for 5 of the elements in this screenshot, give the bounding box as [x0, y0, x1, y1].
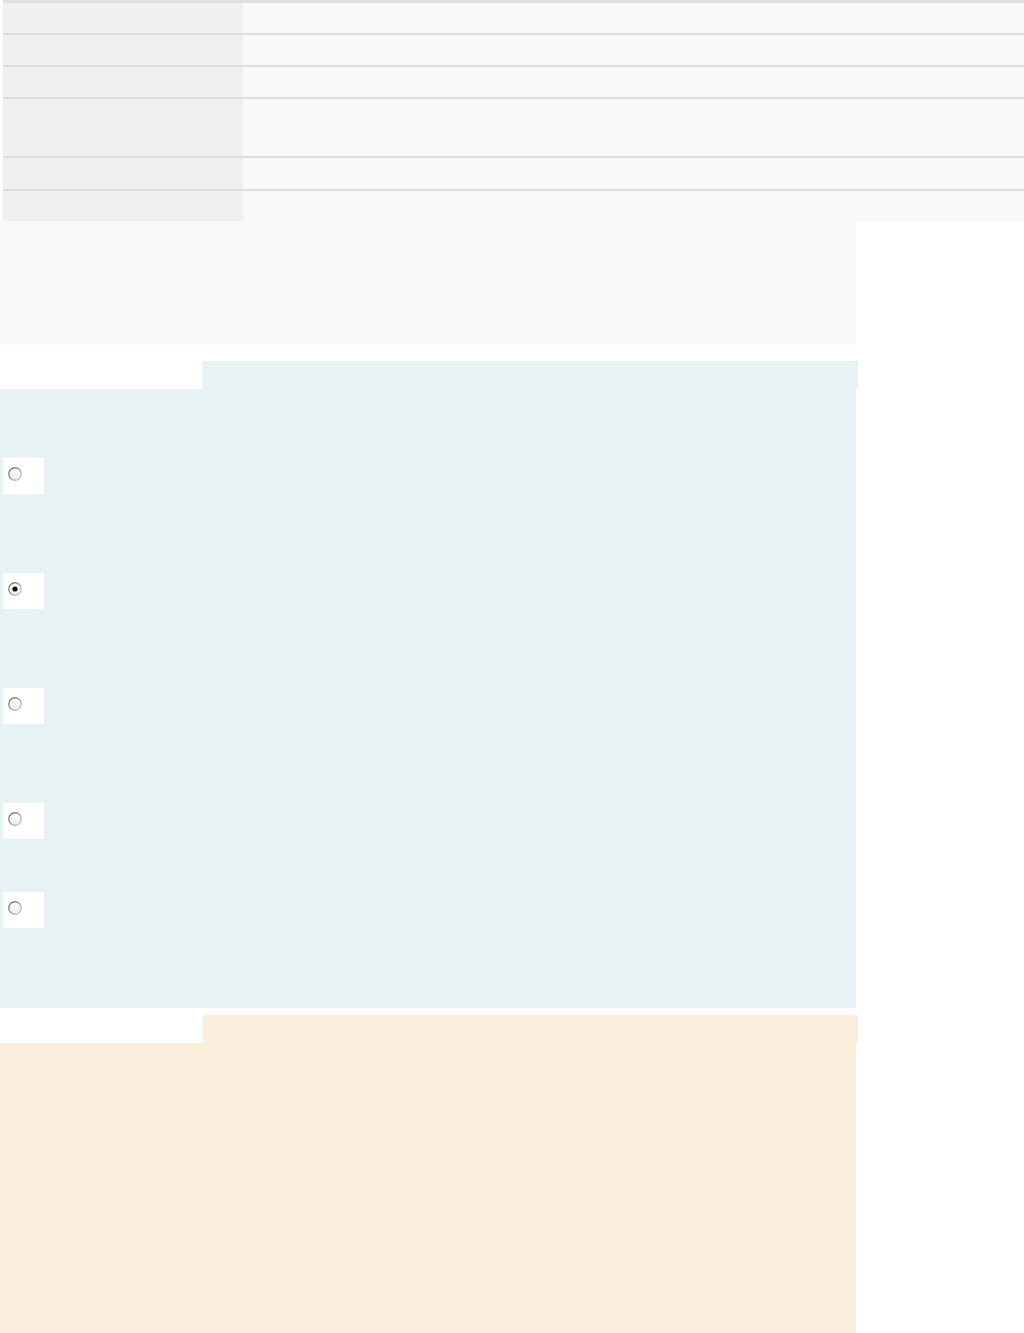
- radio-button[interactable]: [8, 812, 22, 826]
- radio-button[interactable]: [8, 467, 22, 481]
- radio-button[interactable]: [8, 901, 22, 915]
- radio-button[interactable]: [8, 582, 22, 596]
- radio-button[interactable]: [8, 697, 22, 711]
